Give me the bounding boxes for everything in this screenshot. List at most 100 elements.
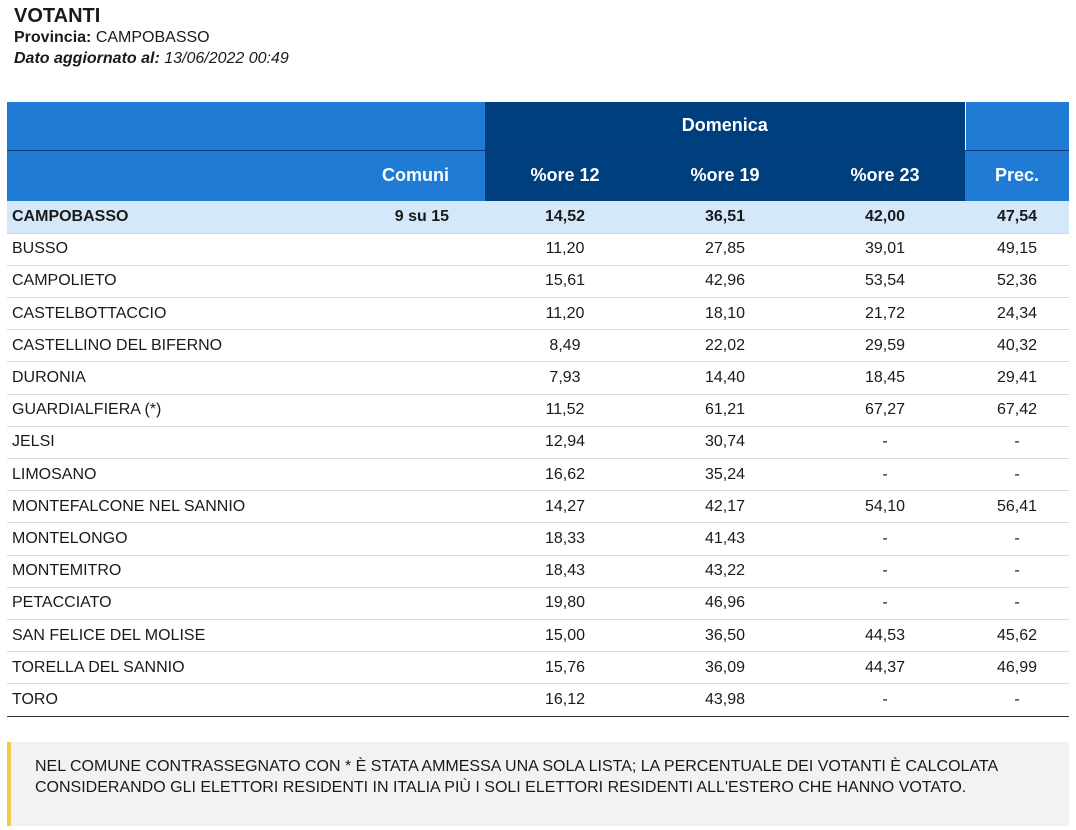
comune-name: CASTELLINO DEL BIFERNO <box>7 329 335 363</box>
comune-ore19: 41,43 <box>645 522 805 556</box>
comune-name: DURONIA <box>7 361 335 395</box>
provincia-label: Provincia: <box>14 29 92 46</box>
comune-name: GUARDIALFIERA (*) <box>7 394 335 427</box>
table-row: CASTELLINO DEL BIFERNO 8,49 22,02 29,59 40,3… <box>7 329 1069 363</box>
comune-ore23: - <box>805 426 965 460</box>
page-title: VOTANTI <box>14 5 101 27</box>
comune-prec: 52,36 <box>965 265 1069 299</box>
comune-ore19: 61,21 <box>645 394 805 427</box>
comune-ore12: 16,12 <box>485 683 645 717</box>
table-row: DURONIA 7,93 14,40 18,45 29,41 <box>7 361 1069 395</box>
comune-ore19: 14,40 <box>645 361 805 395</box>
comune-name: MONTELONGO <box>7 522 335 556</box>
comune-prec: - <box>965 587 1069 620</box>
column-header-ore12: %ore 12 <box>485 150 645 201</box>
table-row: LIMOSANO 16,62 35,24- - <box>7 458 1069 492</box>
comune-ore19: 42,17 <box>645 490 805 524</box>
comune-ore23: 21,72 <box>805 297 965 331</box>
comune-ore19: 27,85 <box>645 233 805 266</box>
comune-name: LIMOSANO <box>7 458 335 492</box>
comune-ore23: 44,37 <box>805 651 965 685</box>
table-row: BUSSO 11,20 27,85 39,01 49,15 <box>7 233 1069 266</box>
comune-comuni <box>335 619 485 653</box>
updated-label: Dato aggiornato al: <box>14 50 160 67</box>
footnote-box: NEL COMUNE CONTRASSEGNATO CON * È STATA … <box>7 742 1069 826</box>
column-header-prec: Prec. <box>965 150 1069 201</box>
comune-prec: - <box>965 458 1069 492</box>
comune-ore23: - <box>805 587 965 620</box>
comune-ore12: 15,76 <box>485 651 645 685</box>
comune-ore23: - <box>805 458 965 492</box>
comune-name: TORELLA DEL SANNIO <box>7 651 335 685</box>
table-row: MONTEFALCONE NEL SANNIO 14,27 42,17 54,10 56… <box>7 490 1069 524</box>
comune-ore19: 43,22 <box>645 555 805 588</box>
total-ore23: 42,00 <box>805 201 965 234</box>
comune-comuni <box>335 458 485 492</box>
group-header-domenica: Domenica <box>485 102 965 151</box>
comune-comuni <box>335 555 485 588</box>
comune-prec: - <box>965 683 1069 717</box>
table-row: TORO 16,12 43,98- - <box>7 683 1069 717</box>
comune-ore12: 7,93 <box>485 361 645 395</box>
comune-prec: 56,41 <box>965 490 1069 524</box>
comune-ore19: 30,74 <box>645 426 805 460</box>
comune-ore19: 43,98 <box>645 683 805 717</box>
comune-ore19: 35,24 <box>645 458 805 492</box>
comune-name: TORO <box>7 683 335 717</box>
comune-ore23: 53,54 <box>805 265 965 299</box>
header-blank <box>7 102 485 151</box>
comune-ore12: 8,49 <box>485 329 645 363</box>
comune-ore12: 16,62 <box>485 458 645 492</box>
comune-ore12: 11,52 <box>485 394 645 427</box>
comune-ore12: 18,43 <box>485 555 645 588</box>
comune-ore12: 15,00 <box>485 619 645 653</box>
comune-comuni <box>335 329 485 363</box>
comune-comuni <box>335 394 485 427</box>
comune-prec: 49,15 <box>965 233 1069 266</box>
comune-prec: - <box>965 555 1069 588</box>
table-header: Domenica Comuni %ore 12 %ore 19 %ore 23 … <box>7 102 1069 201</box>
comune-ore19: 22,02 <box>645 329 805 363</box>
comune-prec: 46,99 <box>965 651 1069 685</box>
comune-name: PETACCIATO <box>7 587 335 620</box>
comune-ore12: 11,20 <box>485 233 645 266</box>
comune-ore19: 18,10 <box>645 297 805 331</box>
table-row: SAN FELICE DEL MOLISE 15,00 36,50 44,53 45,6… <box>7 619 1069 653</box>
table-row: TORELLA DEL SANNIO 15,76 36,09 44,37 46,99 <box>7 651 1069 685</box>
total-ore19: 36,51 <box>645 201 805 234</box>
comune-name: MONTEMITRO <box>7 555 335 588</box>
comune-comuni <box>335 426 485 460</box>
comune-prec: 67,42 <box>965 394 1069 427</box>
page-header: VOTANTI Provincia: CAMPOBASSO Dato aggio… <box>14 5 289 69</box>
comune-name: JELSI <box>7 426 335 460</box>
footnote-text: NEL COMUNE CONTRASSEGNATO CON * È STATA … <box>35 758 998 796</box>
comune-ore12: 14,27 <box>485 490 645 524</box>
total-prec: 47,54 <box>965 201 1069 234</box>
province-total-row: CAMPOBASSO 9 su 15 14,52 36,51 42,00 47,… <box>7 201 1069 234</box>
comune-ore23: - <box>805 522 965 556</box>
comune-ore19: 42,96 <box>645 265 805 299</box>
table-row: JELSI 12,94 30,74- - <box>7 426 1069 460</box>
table-row: CASTELBOTTACCIO 11,20 18,10 21,72 24,34 <box>7 297 1069 331</box>
comune-name: SAN FELICE DEL MOLISE <box>7 619 335 653</box>
comune-name: MONTEFALCONE NEL SANNIO <box>7 490 335 524</box>
header-blank-prec <box>964 102 1069 151</box>
comune-prec: - <box>965 426 1069 460</box>
total-ore12: 14,52 <box>485 201 645 234</box>
comune-ore12: 18,33 <box>485 522 645 556</box>
table-row: PETACCIATO 19,80 46,96- - <box>7 587 1069 620</box>
comune-ore12: 11,20 <box>485 297 645 331</box>
column-header-comuni: Comuni <box>335 150 485 201</box>
comune-comuni <box>335 361 485 395</box>
comune-ore23: 18,45 <box>805 361 965 395</box>
comune-ore12: 12,94 <box>485 426 645 460</box>
turnout-table: Domenica Comuni %ore 12 %ore 19 %ore 23 … <box>7 102 1069 717</box>
comune-name: BUSSO <box>7 233 335 266</box>
comune-ore23: 39,01 <box>805 233 965 266</box>
comune-comuni <box>335 297 485 331</box>
comune-ore12: 19,80 <box>485 587 645 620</box>
comune-ore23: 29,59 <box>805 329 965 363</box>
comune-comuni <box>335 651 485 685</box>
comune-prec: 45,62 <box>965 619 1069 653</box>
comune-ore19: 36,09 <box>645 651 805 685</box>
